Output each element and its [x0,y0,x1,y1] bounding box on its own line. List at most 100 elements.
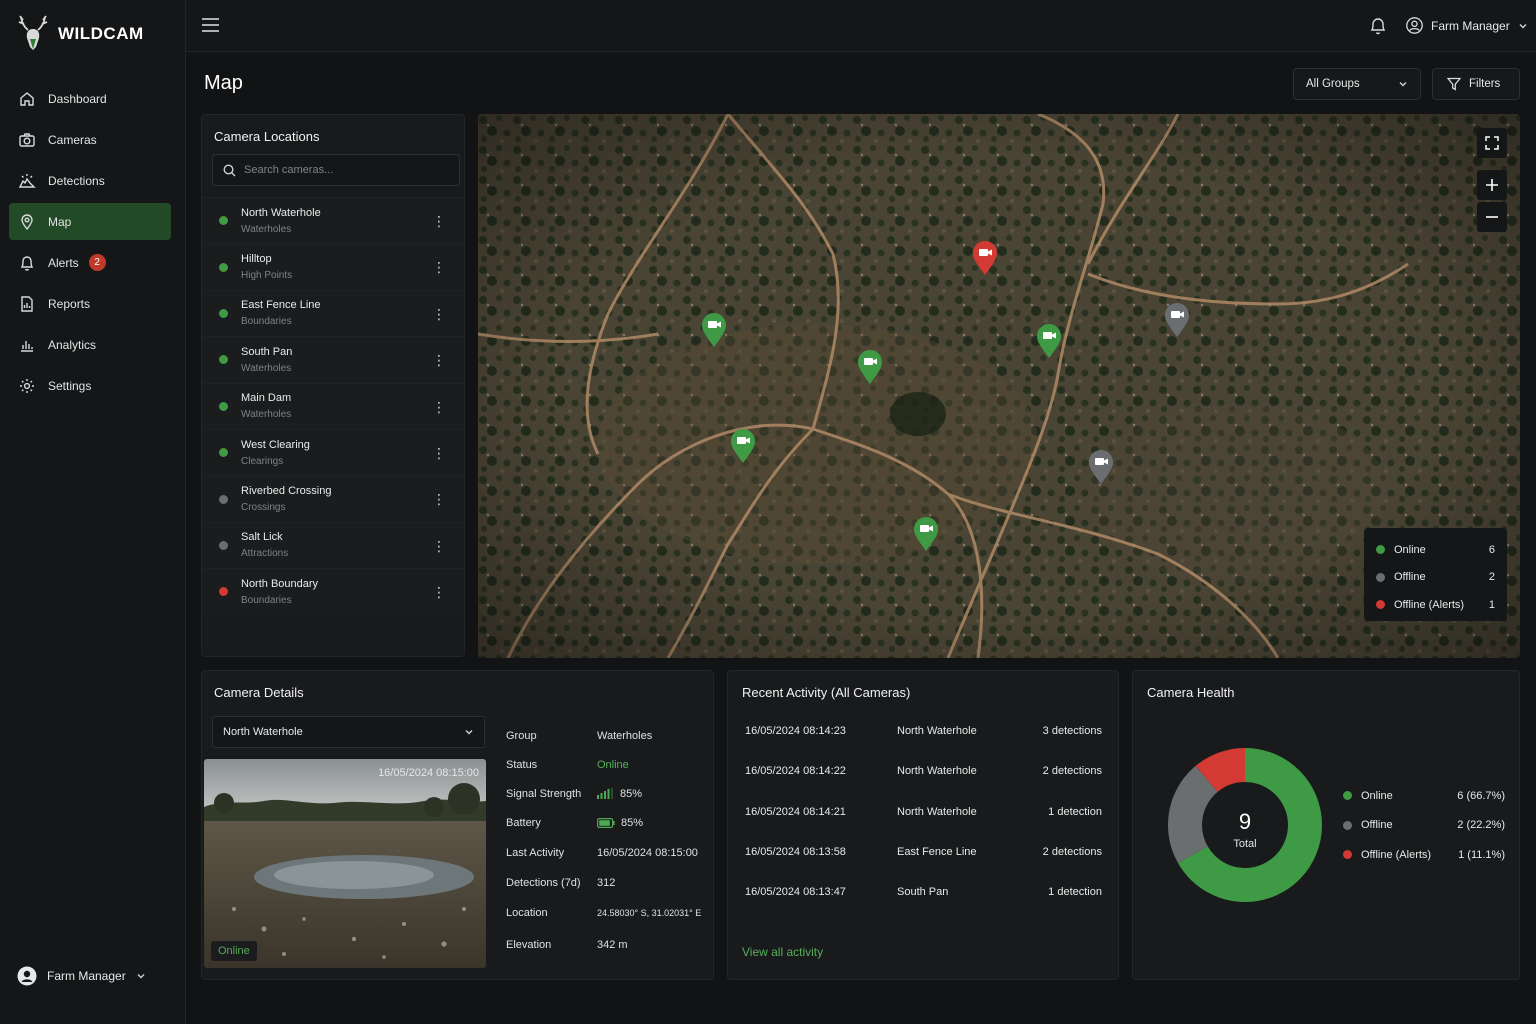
camera-list-item[interactable]: North Boundary Boundaries ⋮ [202,568,464,615]
camera-select[interactable]: North Waterhole [212,716,485,748]
group-select-value: All Groups [1306,78,1360,90]
group-select[interactable]: All Groups [1293,68,1421,100]
camera-pin[interactable] [971,240,999,276]
legend-count: 6 [1488,543,1495,556]
camera-name: South Pan [241,345,293,358]
camera-details-title: Camera Details [214,685,304,700]
camera-list-item[interactable]: West Clearing Clearings ⋮ [202,428,464,476]
nav-dashboard[interactable]: Dashboard [9,80,171,117]
more-options-icon[interactable]: ⋮ [432,446,446,460]
camera-list-item[interactable]: Hilltop High Points ⋮ [202,243,464,290]
camera-search[interactable]: Search cameras... [212,154,460,186]
camera-icon [19,132,35,147]
view-all-activity-link[interactable]: View all activity [742,945,823,959]
status-dot [219,262,228,272]
waterhole-photo [204,759,486,968]
camera-pin-icon [858,350,882,384]
activity-count: 2 detections [1042,765,1102,778]
nav-alerts[interactable]: Alerts 2 [9,244,171,281]
hamburger-menu-icon[interactable] [202,18,219,32]
recent-activity-panel: Recent Activity (All Cameras) 16/05/2024… [727,670,1119,980]
camera-list-item[interactable]: North Waterhole Waterholes ⋮ [202,197,464,244]
brand[interactable]: WILDCAM [16,14,144,52]
camera-pin[interactable] [1087,449,1115,485]
nav-label: Dashboard [48,91,107,106]
camera-search-input[interactable]: Search cameras... [244,164,333,176]
map-view[interactable]: Online 6 Offline 2 Offline (Alerts) 1 [478,114,1520,658]
more-options-icon[interactable]: ⋮ [432,400,446,414]
zoom-in-button[interactable] [1477,170,1507,200]
activity-camera: East Fence Line [897,845,977,858]
camera-text: North Waterhole Waterholes [241,207,321,235]
more-options-icon[interactable]: ⋮ [432,492,446,506]
camera-group: Waterholes [241,409,292,421]
online-dot [1376,545,1385,555]
camera-list-item[interactable]: Riverbed Crossing Crossings ⋮ [202,475,464,522]
activity-camera: North Waterhole [897,725,977,737]
camera-info-list: Group Waterholes Status Online Signal St… [506,721,716,961]
camera-pin[interactable] [856,349,884,385]
home-icon [20,91,34,106]
activity-camera: North Waterhole [897,765,977,778]
camera-list-item[interactable]: South Pan Waterholes ⋮ [202,336,464,383]
nav-label: Map [48,214,72,229]
nav-detections[interactable]: Detections [9,162,171,199]
notifications-bell-icon[interactable] [1370,17,1386,35]
camera-pin[interactable] [912,516,940,552]
camera-pin[interactable] [729,428,757,464]
nav-analytics[interactable]: Analytics [9,326,171,363]
sidebar-user-menu[interactable]: Farm Manager [17,966,146,986]
more-options-icon[interactable]: ⋮ [432,353,446,367]
filters-label: Filters [1469,78,1501,90]
more-options-icon[interactable]: ⋮ [432,539,446,553]
signal-strength-icon [597,788,613,799]
sidebar-user-name: Farm Manager [47,969,126,983]
camera-list-item[interactable]: Main Dam Waterholes ⋮ [202,382,464,429]
legend-count: 1 [1488,598,1495,611]
info-value: 342 m [597,939,628,951]
nav-reports[interactable]: Reports [9,285,171,322]
zoom-out-button[interactable] [1477,202,1507,232]
nav-label: Reports [48,296,91,311]
camera-snapshot[interactable]: 16/05/2024 08:15:00 Online [204,759,486,968]
camera-list-item[interactable]: Salt Lick Attractions ⋮ [202,521,464,569]
more-options-icon[interactable]: ⋮ [432,260,446,274]
more-options-icon[interactable]: ⋮ [432,214,446,228]
camera-pin[interactable] [700,312,728,348]
camera-health-donut: 9 Total [1168,748,1322,902]
filter-icon [1447,77,1461,91]
camera-name: Salt Lick [241,531,283,544]
info-key: Battery [506,817,541,829]
camera-select-value: North Waterhole [223,726,303,738]
nav-map[interactable]: Map [9,203,171,240]
settings-icon [20,378,34,393]
filters-button[interactable]: Filters [1432,68,1520,100]
more-options-icon[interactable]: ⋮ [432,585,446,599]
recent-activity-title: Recent Activity (All Cameras) [742,685,911,700]
camera-text: Salt Lick Attractions [241,531,288,559]
camera-pin-icon [973,241,997,275]
more-options-icon[interactable]: ⋮ [432,307,446,321]
status-dot [219,216,228,226]
activity-count: 2 detections [1042,845,1102,858]
legend-offline: Offline 2 [1376,564,1495,592]
camera-group: High Points [241,270,293,282]
search-icon [223,163,236,176]
sidebar: WILDCAM Dashboard Cameras Detections Map… [0,0,186,1024]
topbar-user-menu[interactable]: Farm Manager [1406,17,1528,34]
fullscreen-button[interactable] [1477,128,1507,158]
camera-list-item[interactable]: East Fence Line Boundaries ⋮ [202,289,464,337]
camera-text: West Clearing Clearings [241,439,310,467]
camera-name: East Fence Line [241,299,321,312]
camera-group: Waterholes [241,362,292,374]
activity-time: 16/05/2024 08:14:22 [745,765,846,778]
nav-cameras[interactable]: Cameras [9,121,171,158]
camera-pin[interactable] [1035,323,1063,359]
user-avatar-icon [17,966,37,986]
nav-settings[interactable]: Settings [9,367,171,404]
camera-text: East Fence Line Boundaries [241,299,321,327]
camera-health-title: Camera Health [1147,685,1235,700]
camera-pin[interactable] [1163,302,1191,338]
camera-list: North Waterhole Waterholes ⋮ Hilltop High Po… [202,197,464,615]
camera-name: Riverbed Crossing [241,485,332,498]
